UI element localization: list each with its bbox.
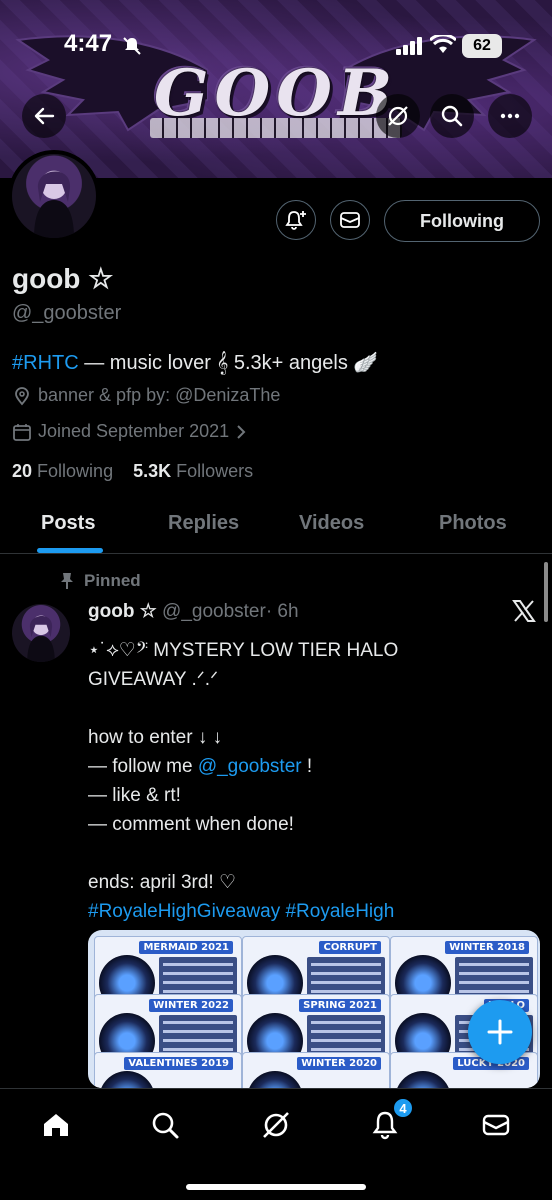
grok-icon [263,1112,289,1138]
media-cell-title: VALENTINES 2019 [124,1057,233,1070]
search-icon [441,105,463,127]
back-arrow-icon [34,107,55,125]
chevron-right-icon [237,424,246,439]
media-cell: WINTER 2020 [242,1052,390,1088]
profile-name: goob ☆ [12,263,114,294]
post-text-span: — follow me [88,756,198,777]
avatar-figure-icon [27,616,55,662]
status-time: 4:47 [64,30,113,57]
envelope-icon [340,212,360,228]
active-tab-indicator [37,548,103,553]
search-button[interactable] [430,94,474,138]
hashtag-links[interactable]: #RoyaleHighGiveaway #RoyaleHigh [88,897,528,926]
followers-count: 5.3K [133,461,172,481]
cellular-signal-icon [396,37,422,55]
pinned-label: Pinned [60,571,141,591]
nav-messages[interactable] [476,1105,516,1145]
profile-tabs: Posts Replies Videos Photos [0,500,552,554]
grok-button[interactable] [376,94,420,138]
following-button[interactable]: Following [384,200,540,242]
post-line: — follow me @_goobster ! [88,752,528,781]
post-line: GIVEAWAY .ᐟ.ᐟ [88,669,219,690]
post-author-avatar[interactable] [12,604,70,662]
compose-post-button[interactable] [468,1000,532,1064]
wifi-icon [430,35,456,53]
mention-link[interactable]: @_goobster [198,756,302,777]
post-time: · 6h [265,601,299,622]
post-line: ⋆˙⟡♡𝄢 MYSTERY LOW TIER HALO [88,640,399,661]
post-line: — like & rt! [88,785,181,806]
media-cell-title: SPRING 2021 [299,999,381,1012]
media-cell-title: CORRUPT [319,941,381,954]
x-logo-icon [512,600,536,622]
home-indicator [186,1184,366,1190]
search-icon [152,1112,179,1139]
pinned-text: Pinned [84,571,141,590]
media-cell-title: WINTER 2020 [297,1057,381,1070]
notifications-badge: 4 [392,1097,414,1119]
nav-search[interactable] [145,1105,185,1145]
bio-text: — music lover 𝄞 5.3k+ angels 🪽 [78,352,379,374]
calendar-icon [13,423,31,441]
tab-replies[interactable]: Replies [168,512,239,535]
post-text-span: ! [301,756,313,777]
profile-location: banner & pfp by: @DenizaThe [12,385,280,406]
bell-plus-icon [285,211,306,230]
notify-button[interactable] [276,200,316,240]
post-line: — comment when done! [88,814,294,835]
tab-photos[interactable]: Photos [439,512,507,535]
media-cell-title: WINTER 2022 [149,999,233,1012]
more-icon [500,113,520,119]
location-text: banner & pfp by: @DenizaThe [38,385,281,405]
pin-icon [61,573,73,589]
joined-text: Joined September 2021 [38,421,230,441]
banner-piano-keys [150,118,402,138]
location-pin-icon [15,386,29,405]
media-cell-title: MERMAID 2021 [139,941,233,954]
tab-videos[interactable]: Videos [299,512,364,535]
back-button[interactable] [22,94,66,138]
media-cell: VALENTINES 2019 [94,1052,242,1088]
status-bar: 4:47 62 [0,28,552,64]
following-count-link[interactable]: 20 Following [12,461,113,481]
plus-icon [487,1019,513,1045]
silent-bell-icon [123,37,141,55]
nav-home[interactable] [36,1105,76,1145]
scrollbar[interactable] [544,562,548,622]
profile-banner[interactable]: GOOB [0,0,552,178]
bio-hashtag-link[interactable]: #RHTC [12,352,79,374]
tab-posts[interactable]: Posts [41,512,95,535]
home-icon [44,1114,68,1136]
more-options-button[interactable] [488,94,532,138]
avatar-figure-icon [34,171,74,238]
follow-counts: 20 Following 5.3K Followers [12,461,253,482]
post-text: ⋆˙⟡♡𝄢 MYSTERY LOW TIER HALO GIVEAWAY .ᐟ.… [88,636,528,926]
following-count: 20 [12,461,33,481]
post-author-name[interactable]: goob ☆ [88,601,157,622]
post-line: how to enter ↓ ↓ [88,727,223,748]
post-line: ends: april 3rd! ♡ [88,872,236,893]
post-author-handle[interactable]: @_goobster [162,601,266,622]
profile-handle: @_goobster [12,302,122,324]
media-cell-title: WINTER 2018 [445,941,529,954]
profile-bio: #RHTC — music lover 𝄞 5.3k+ angels 🪽 [12,350,378,375]
profile-avatar[interactable] [8,150,100,242]
followers-count-link[interactable]: 5.3K Followers [133,461,253,481]
battery-indicator: 62 [462,34,502,58]
followers-label: Followers [176,461,254,481]
envelope-icon [482,1114,510,1136]
nav-grok[interactable] [256,1105,296,1145]
post-header: goob ☆ @_goobster· 6h [88,600,299,623]
following-label: Following [37,461,114,481]
post-media-image[interactable]: MERMAID 2021 CORRUPT WINTER 2018 WINTER … [88,930,540,1088]
message-button[interactable] [330,200,370,240]
profile-joined[interactable]: Joined September 2021 [12,421,247,442]
grok-icon [388,106,408,126]
